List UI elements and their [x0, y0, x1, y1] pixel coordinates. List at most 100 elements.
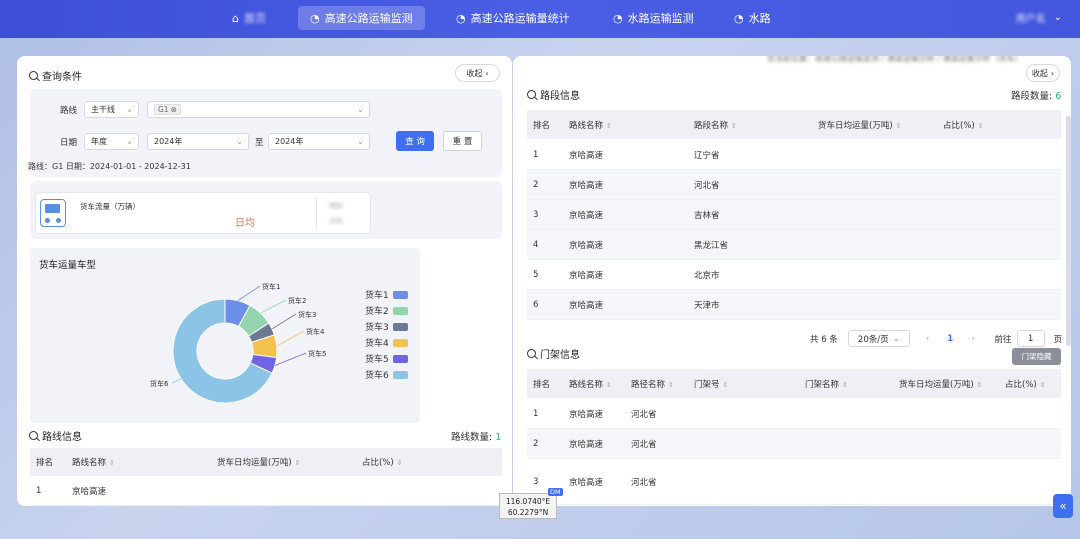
dm-badge[interactable]: DM: [548, 488, 563, 496]
reset-button[interactable]: 重 置: [443, 131, 482, 151]
latitude: 60.2279°N: [507, 508, 549, 517]
table-row[interactable]: 6 京哈高速 天津市: [527, 290, 1061, 320]
sort-icon[interactable]: ⇕: [606, 381, 612, 389]
route-tag[interactable]: G1 ⊗: [154, 104, 181, 115]
user-menu[interactable]: 用户名 ⌄: [1016, 10, 1062, 25]
nav-water-monitor[interactable]: ◔ 水路运输监测: [601, 6, 706, 30]
slice-label: 货车4: [306, 327, 325, 336]
gantry-hide-button[interactable]: 门架隐藏: [1012, 348, 1061, 365]
chart-icon: ◔: [613, 11, 623, 25]
sort-icon[interactable]: ⇕: [397, 459, 403, 467]
prev-page-button[interactable]: ‹: [926, 334, 929, 344]
col-daily-volume[interactable]: 货车日均运量(万吨) ⇕: [899, 378, 983, 390]
sort-icon[interactable]: ⇕: [896, 122, 902, 130]
sort-icon[interactable]: ⇕: [977, 381, 983, 389]
table-row[interactable]: 5 京哈高速 北京市: [527, 260, 1061, 290]
col-segment-name[interactable]: 路段名称 ⇕: [694, 119, 737, 131]
table-row[interactable]: 1 京哈高速: [30, 476, 502, 506]
col-route-name[interactable]: 路线名称 ⇕: [569, 119, 612, 131]
sort-icon[interactable]: ⇕: [731, 122, 737, 130]
table-row[interactable]: 2 京哈高速 河北省: [527, 429, 1061, 459]
slice-leader-line: [171, 378, 182, 384]
daily-label: 日均: [235, 218, 255, 229]
table-row[interactable]: 1 京哈高速 辽宁省: [527, 140, 1061, 170]
col-path-name[interactable]: 路径名称 ⇕: [631, 378, 674, 390]
col-ratio[interactable]: 占比(%) ⇕: [943, 119, 984, 131]
date-range-separator: 至: [255, 138, 264, 148]
col-label: 路线名称: [72, 458, 107, 468]
col-ratio[interactable]: 占比(%) ⇕: [1005, 378, 1046, 390]
nav-highway-stats[interactable]: ◔ 高速公路运输量统计: [444, 6, 582, 30]
col-daily-volume[interactable]: 货车日均运量(万吨) ⇕: [818, 119, 902, 131]
side-panel-toggle[interactable]: «: [1053, 494, 1073, 518]
table-row[interactable]: 3 京哈高速 河北省: [527, 459, 1061, 505]
sort-icon[interactable]: ⇕: [295, 459, 301, 467]
legend-swatch: [392, 322, 408, 331]
scrollbar[interactable]: [1066, 116, 1071, 346]
route-select[interactable]: G1 ⊗ ⌄: [147, 101, 370, 118]
sort-icon[interactable]: ⇕: [1040, 381, 1046, 389]
table-row[interactable]: 4 京哈高速 黑龙江省: [527, 230, 1061, 260]
goto-page-input[interactable]: 1: [1016, 330, 1045, 347]
col-gantry-name[interactable]: 门架名称 ⇕: [805, 378, 848, 390]
col-route-name[interactable]: 路线名称 ⇕: [569, 378, 612, 390]
col-ratio[interactable]: 占比(%) ⇕: [362, 456, 403, 468]
nav-home[interactable]: ⌂ 首页: [220, 6, 278, 30]
col-daily-volume[interactable]: 货车日均运量(万吨) ⇕: [217, 456, 301, 468]
close-icon[interactable]: ⊗: [171, 105, 177, 114]
current-page[interactable]: 1: [947, 334, 953, 344]
route-type-value: 主干线: [91, 105, 115, 114]
route-count-value: 1: [495, 432, 502, 443]
cell-rank: 3: [533, 476, 539, 487]
date-to-select[interactable]: 2024年 ⌄: [268, 133, 370, 150]
table-row[interactable]: 3 京哈高速 吉林省: [527, 200, 1061, 230]
sort-icon[interactable]: ⇕: [109, 459, 115, 467]
top-navigation: ⌂ 首页 ◔ 高速公路运输监测 ◔ 高速公路运输量统计 ◔ 水路运输监测 ◔ 水…: [0, 0, 1080, 38]
col-rank: 排名: [36, 458, 54, 468]
col-route-name[interactable]: 路线名称 ⇕: [72, 456, 115, 468]
col-label: 路线名称: [569, 120, 604, 131]
chevron-left-icon: ‹: [485, 68, 489, 78]
table-row[interactable]: 1 京哈高速 河北省: [527, 399, 1061, 429]
sort-icon[interactable]: ⇕: [668, 381, 674, 389]
cell-segment-name: 吉林省: [694, 210, 720, 221]
gantry-info-title: 门架信息: [527, 346, 580, 361]
truck-icon: [40, 199, 66, 227]
ratio-label: 占比: [329, 217, 343, 225]
col-label: 占比(%): [362, 458, 394, 468]
next-page-button[interactable]: ›: [971, 334, 974, 344]
sort-icon[interactable]: ⇕: [842, 381, 848, 389]
nav-highway-monitor[interactable]: ◔ 高速公路运输监测: [298, 6, 425, 30]
sort-icon[interactable]: ⇕: [978, 122, 984, 130]
date-from-select[interactable]: 2024年 ⌄: [147, 133, 249, 150]
route-type-select[interactable]: 主干线 ⌄: [84, 101, 139, 118]
legend-item[interactable]: 货车2: [365, 304, 408, 317]
right-collapse-button[interactable]: 收起 ›: [1026, 64, 1060, 82]
date-to-value: 2024年: [275, 137, 304, 146]
nav-water[interactable]: ◔ 水路: [722, 6, 783, 30]
legend-label: 货车2: [365, 307, 389, 317]
page-size-select[interactable]: 20条/页 ⌄: [847, 330, 910, 347]
legend-item[interactable]: 货车1: [365, 288, 408, 301]
cell-segment-name: 天津市: [694, 300, 720, 311]
chevron-right-icon: ›: [1050, 68, 1055, 78]
date-type-select[interactable]: 年度 ⌄: [84, 133, 139, 150]
legend-item[interactable]: 货车4: [365, 336, 408, 349]
sort-icon[interactable]: ⇕: [723, 381, 729, 389]
legend-label: 货车4: [365, 339, 389, 349]
cell-rank: 5: [533, 269, 539, 280]
route-info-title: 路线信息: [29, 428, 82, 443]
col-gantry-id[interactable]: 门架号 ⇕: [694, 378, 728, 390]
route-tag-label: G1: [158, 105, 169, 114]
nav-water-monitor-label: 水路运输监测: [627, 12, 694, 25]
query-button[interactable]: 查 询: [396, 131, 434, 151]
sort-icon[interactable]: ⇕: [606, 122, 612, 130]
legend-item[interactable]: 货车6: [365, 368, 408, 381]
slice-leader-line: [276, 330, 305, 347]
left-collapse-button[interactable]: 收起 ‹: [455, 64, 500, 82]
col-label: 门架号: [694, 379, 720, 390]
table-row[interactable]: 2 京哈高速 河北省: [527, 170, 1061, 200]
legend-item[interactable]: 货车3: [365, 320, 408, 333]
legend-item[interactable]: 货车5: [365, 352, 408, 365]
nav-water-label: 水路: [748, 12, 771, 25]
